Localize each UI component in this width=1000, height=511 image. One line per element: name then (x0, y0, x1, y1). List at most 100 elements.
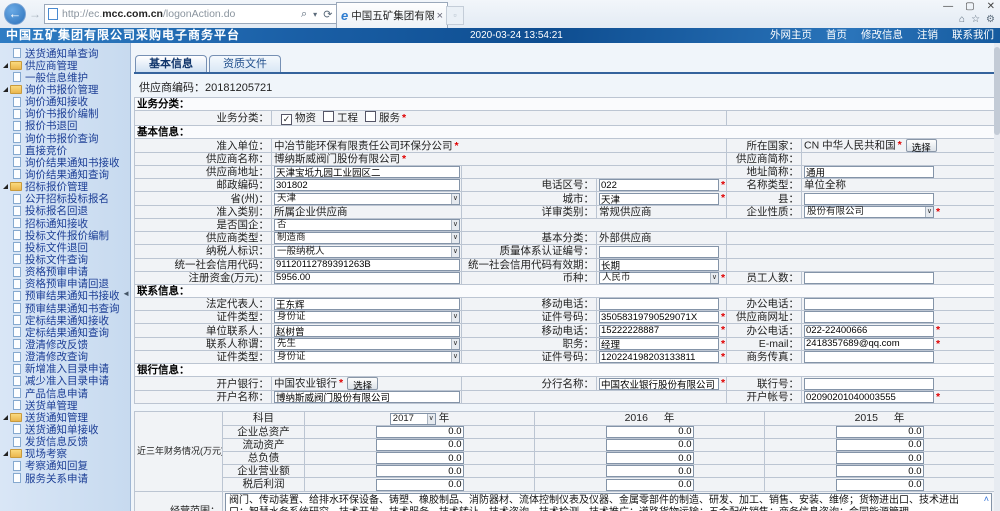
year-unit: 年 (894, 412, 905, 424)
checkbox[interactable] (365, 111, 376, 122)
field-input[interactable] (274, 391, 460, 403)
search-icon[interactable]: ⌕ (301, 8, 307, 21)
finance-value-input[interactable] (836, 479, 924, 491)
sidebar-item[interactable]: 服务关系申请 (0, 472, 130, 484)
finance-value-input[interactable] (376, 439, 464, 451)
field-input[interactable] (599, 325, 719, 337)
field-cell: * (597, 377, 727, 391)
finance-value-input[interactable] (606, 452, 694, 464)
finance-value-input[interactable] (376, 426, 464, 438)
required-asterisk: * (936, 324, 940, 336)
new-tab-button[interactable]: ▫ (446, 6, 464, 25)
select-arrow-icon: ∨ (451, 312, 459, 322)
field-select[interactable]: 否∨ (274, 219, 460, 231)
field-cell (597, 258, 727, 271)
favorites-star-icon[interactable]: ☆ (971, 14, 980, 25)
field-input[interactable] (274, 298, 460, 310)
forward-button[interactable]: → (29, 7, 41, 21)
field-input[interactable] (599, 311, 719, 323)
finance-value-input[interactable] (606, 465, 694, 477)
scrollbar-thumb[interactable] (994, 47, 1000, 135)
field-input[interactable] (599, 351, 719, 363)
field-input[interactable] (804, 166, 934, 178)
field-input[interactable] (274, 272, 460, 284)
nav-link[interactable]: 注销 (917, 29, 938, 41)
nav-link[interactable]: 首页 (826, 29, 847, 41)
settings-gear-icon[interactable]: ⚙ (986, 14, 995, 25)
maximize-button[interactable]: ▢ (965, 1, 974, 12)
refresh-icon[interactable]: ⟳ (323, 8, 332, 21)
back-button[interactable]: ← (4, 3, 26, 25)
browser-tab[interactable]: e 中国五矿集团有限公司采购... × (336, 2, 448, 28)
chevron-down-icon[interactable]: ▾ (313, 10, 317, 19)
field-label: 分行名称： (462, 377, 597, 391)
finance-value-input[interactable] (836, 452, 924, 464)
field-select[interactable]: 先生∨ (274, 338, 460, 350)
field-input[interactable] (599, 259, 719, 271)
field-select[interactable]: 2017∨ (390, 413, 436, 425)
field-input[interactable] (804, 391, 934, 403)
checkbox[interactable] (323, 111, 334, 122)
field-input[interactable] (599, 378, 719, 390)
close-button[interactable]: ✕ (987, 1, 995, 12)
field-input[interactable] (274, 325, 460, 337)
field-input[interactable] (804, 338, 934, 350)
required-asterisk: * (721, 377, 725, 389)
finance-value-input[interactable] (836, 439, 924, 451)
field-input[interactable] (599, 298, 719, 310)
finance-value-input[interactable] (606, 426, 694, 438)
field-input[interactable] (274, 166, 460, 178)
checkbox[interactable]: ✓ (281, 114, 292, 125)
finance-value-input[interactable] (836, 465, 924, 477)
required-asterisk: * (898, 139, 902, 151)
finance-value-input[interactable] (606, 479, 694, 491)
field-input[interactable] (274, 179, 460, 191)
field-select[interactable]: 制造商∨ (274, 232, 460, 244)
field-input[interactable] (804, 311, 934, 323)
nav-link[interactable]: 联系我们 (952, 29, 994, 41)
field-select[interactable]: 身份证∨ (274, 311, 460, 323)
sidebar-collapse-icon[interactable]: ◄ (122, 289, 130, 298)
field-select[interactable]: 人民币∨ (599, 272, 719, 284)
form-row: 供应商地址：*地址简称： (135, 166, 995, 179)
field-input[interactable] (599, 338, 719, 350)
finance-value-input[interactable] (376, 452, 464, 464)
scroll-up-icon[interactable]: ˄ (984, 493, 989, 505)
tab-inactive[interactable]: 资质文件 (209, 55, 281, 72)
field-input[interactable] (804, 298, 934, 310)
field-input[interactable] (804, 325, 934, 337)
page-icon (13, 169, 21, 179)
tab-active[interactable]: 基本信息 (135, 55, 207, 72)
field-label: 统一社会信用代码有效期： (462, 258, 597, 271)
vertical-scrollbar[interactable] (994, 43, 1000, 511)
select-button[interactable]: 选择 (347, 377, 378, 390)
finance-value-input[interactable] (376, 465, 464, 477)
field-input[interactable] (804, 378, 934, 390)
scope-textarea[interactable]: 阀门、传动装置、给排水环保设备、铸塑、橡胶制品、消防器材、流体控制仪表及仪器、金… (225, 493, 992, 511)
field-input[interactable] (599, 179, 719, 191)
field-label: 职务： (462, 337, 597, 350)
tab-close-icon[interactable]: × (437, 10, 443, 22)
field-select[interactable]: 一般纳税人∨ (274, 246, 460, 258)
nav-link[interactable]: 外网主页 (770, 29, 812, 41)
field-select[interactable]: 股份有限公司∨ (804, 206, 934, 218)
home-icon[interactable]: ⌂ (959, 14, 965, 25)
nav-link[interactable]: 修改信息 (861, 29, 903, 41)
field-input[interactable] (804, 272, 934, 284)
page-icon (13, 303, 21, 313)
select-button[interactable]: 选择 (906, 139, 937, 152)
field-input[interactable] (274, 259, 460, 271)
field-select[interactable]: 天津∨ (274, 193, 460, 205)
field-input[interactable] (599, 246, 719, 258)
address-bar[interactable]: http://ec.mcc.com.cn/logonAction.do (44, 4, 302, 24)
page-icon (13, 267, 21, 277)
finance-value-input[interactable] (376, 479, 464, 491)
minimize-button[interactable]: — (943, 1, 953, 12)
field-input[interactable] (804, 193, 934, 205)
finance-value-input[interactable] (836, 426, 924, 438)
finance-value-input[interactable] (606, 439, 694, 451)
field-input[interactable] (599, 193, 719, 205)
page-icon (13, 364, 21, 374)
field-input[interactable] (804, 351, 934, 363)
field-select[interactable]: 身份证∨ (274, 351, 460, 363)
